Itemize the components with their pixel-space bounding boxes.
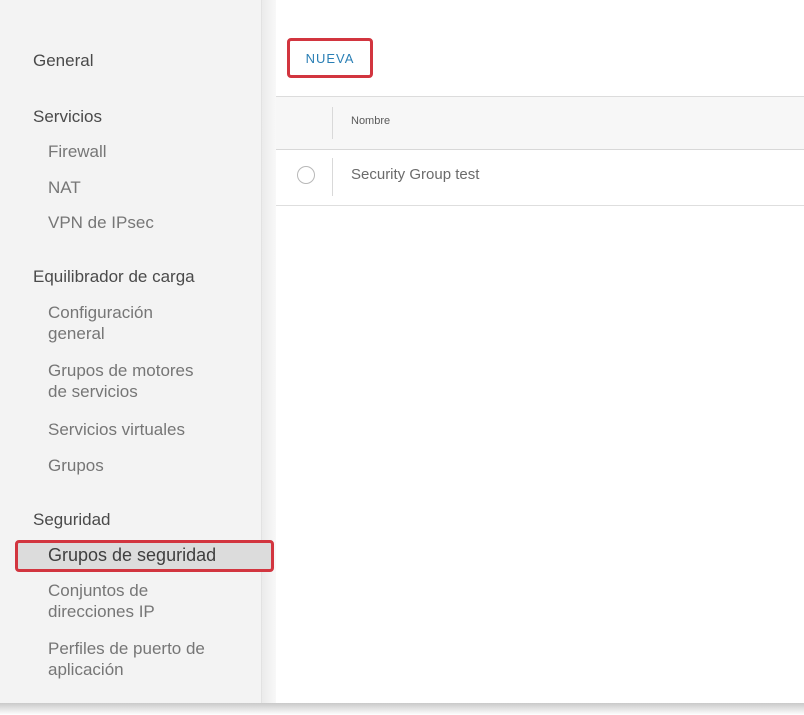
sidebar-section-services: Servicios xyxy=(33,107,102,126)
sidebar-item-label: general xyxy=(48,324,105,343)
grid-header: Nombre xyxy=(276,97,804,150)
sidebar-item-app-port-profiles[interactable]: Perfiles de puerto de aplicación xyxy=(48,638,205,680)
sidebar-section-security: Seguridad xyxy=(33,510,111,529)
column-header-name[interactable]: Nombre xyxy=(351,115,390,127)
main-content: NUEVA Nombre Security Group test xyxy=(276,0,804,706)
sidebar-item-firewall[interactable]: Firewall xyxy=(48,141,107,162)
sidebar-item-label: direcciones IP xyxy=(48,602,155,621)
sidebar-item-virtual-services[interactable]: Servicios virtuales xyxy=(48,419,185,440)
sidebar-item-label: Grupos de seguridad xyxy=(48,545,217,565)
security-groups-grid: Nombre Security Group test xyxy=(276,96,804,207)
sidebar-item-groups[interactable]: Grupos xyxy=(48,455,104,476)
sidebar-item-ip-sets[interactable]: Conjuntos de direcciones IP xyxy=(48,580,155,622)
sidebar-item-security-groups[interactable]: Grupos de seguridad xyxy=(15,540,274,572)
sidebar-item-label: Perfiles de puerto de xyxy=(48,639,205,658)
sidebar-item-label: de servicios xyxy=(48,382,138,401)
sidebar-item-general[interactable]: General xyxy=(33,50,93,71)
sidebar-item-label: Grupos de motores xyxy=(48,361,194,380)
sidebar-item-label: Conjuntos de xyxy=(48,581,149,600)
bottom-shadow xyxy=(0,703,804,715)
new-button[interactable]: NUEVA xyxy=(287,38,373,78)
window-frame: General Servicios Firewall NAT VPN de IP… xyxy=(0,0,804,708)
column-separator xyxy=(332,107,333,139)
row-select-radio[interactable] xyxy=(297,166,315,184)
sidebar-item-nat[interactable]: NAT xyxy=(48,177,81,198)
sidebar-item-general-config[interactable]: Configuración general xyxy=(48,302,153,344)
sidebar-item-vpn-ipsec[interactable]: VPN de IPsec xyxy=(48,212,154,233)
sidebar-section-load-balancer: Equilibrador de carga xyxy=(33,267,195,286)
column-separator xyxy=(332,158,333,196)
sidebar-item-label: Configuración xyxy=(48,303,153,322)
sidebar-item-service-engine-groups[interactable]: Grupos de motores de servicios xyxy=(48,360,194,402)
row-name-cell[interactable]: Security Group test xyxy=(351,166,479,183)
table-row[interactable]: Security Group test xyxy=(276,150,804,206)
sidebar-item-label: aplicación xyxy=(48,660,124,679)
sidebar-divider xyxy=(261,0,276,706)
